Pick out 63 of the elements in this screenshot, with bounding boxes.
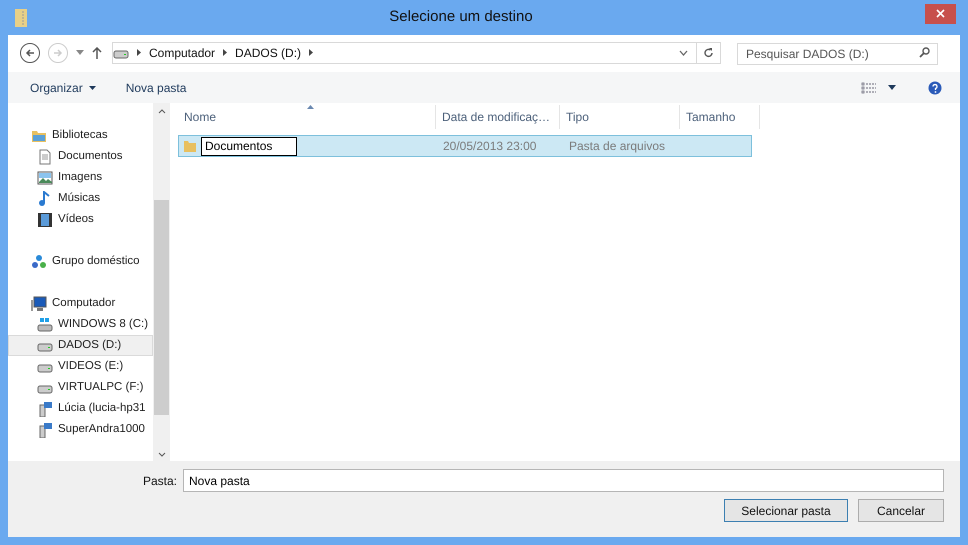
film-icon [37,212,53,228]
caret-icon [88,86,96,90]
image-icon [37,170,53,186]
window-title: Selecione um destino [388,7,534,28]
nav-pane-item[interactable]: SuperAndra1000 [8,419,153,440]
document-icon [37,148,53,164]
dialog-button[interactable]: Cancelar [858,499,944,522]
type-cell-text: Pasta de arquivos [568,138,666,155]
file-row[interactable]: Documentos 20/05/2013 23:00 Pasta de arquivos [178,135,752,157]
nav-pane-item[interactable]: Computador [8,293,153,314]
breadcrumb[interactable]: DADOS (D:) [235,44,302,62]
left-arrow-icon [25,48,35,58]
column-header[interactable]: Tipo [560,105,680,129]
view-list-icon[interactable] [861,82,876,94]
search-field[interactable]: Pesquisar DADOS (D:) [737,42,938,64]
back-button[interactable] [20,42,40,62]
chevron-icon [309,49,314,56]
chevron-icon [223,49,228,56]
network-drive-icon [37,400,53,416]
drive-icon [37,316,53,332]
organize-button[interactable]: Organizar [22,78,104,96]
scrollbar[interactable] [153,103,170,461]
nav-pane-item[interactable]: Músicas [8,188,153,209]
dropdown-icon[interactable] [76,50,84,55]
computer-icon [31,296,47,312]
column-header[interactable]: Nome [178,105,436,129]
folder-icon [15,8,27,26]
nav-pane-item[interactable]: VIRTUALPC (F:) [8,377,153,398]
chevron-icon [137,49,141,56]
new-folder-button[interactable]: Nova pasta [118,78,194,96]
date-cell-text: 20/05/2013 23:00 [442,138,538,155]
dropdown-icon[interactable] [679,50,688,56]
column-header[interactable]: Tamanho [680,105,760,129]
nav-pane-item[interactable]: Lúcia (lucia-hp31 [8,398,153,419]
breadcrumb[interactable]: Computador [149,44,216,62]
caret-icon[interactable] [888,85,896,90]
nav-pane-item[interactable]: Documentos [8,146,153,167]
nav-pane-item[interactable]: Vídeos [8,209,153,230]
folder-icon [183,139,197,153]
close-icon [936,9,945,18]
network-icon [31,254,47,270]
folder-name-field[interactable]: Nova pasta [183,469,944,492]
close-button[interactable] [925,4,956,24]
dialog-button[interactable]: Selecionar pasta [724,499,848,522]
right-arrow-icon [53,48,63,58]
refresh-icon[interactable] [703,46,714,58]
column-header[interactable]: Data de modificaç… [436,105,560,129]
network-drive-icon [37,422,53,438]
scroll-up-icon[interactable] [158,109,166,114]
help-icon[interactable] [928,80,942,94]
scroll-down-icon[interactable] [158,452,166,457]
sort-arrow-icon [306,105,314,109]
nav-pane-item[interactable]: Grupo doméstico [8,251,153,272]
up-arrow-icon[interactable] [92,46,102,58]
nav-pane-item[interactable]: WINDOWS 8 (C:) [8,314,153,335]
folder-label: Pasta: [142,472,177,490]
address-bar[interactable]: Computador DADOS (D:) [112,42,721,64]
nav-pane-item[interactable]: Bibliotecas [8,125,153,146]
rename-field[interactable]: Documentos [201,136,297,156]
nav-pane-item[interactable]: VIDEOS (E:) [8,356,153,377]
search-icon [919,46,930,58]
nav-pane-item[interactable]: Imagens [8,167,153,188]
nav-pane-item[interactable]: DADOS (D:) [8,335,153,356]
